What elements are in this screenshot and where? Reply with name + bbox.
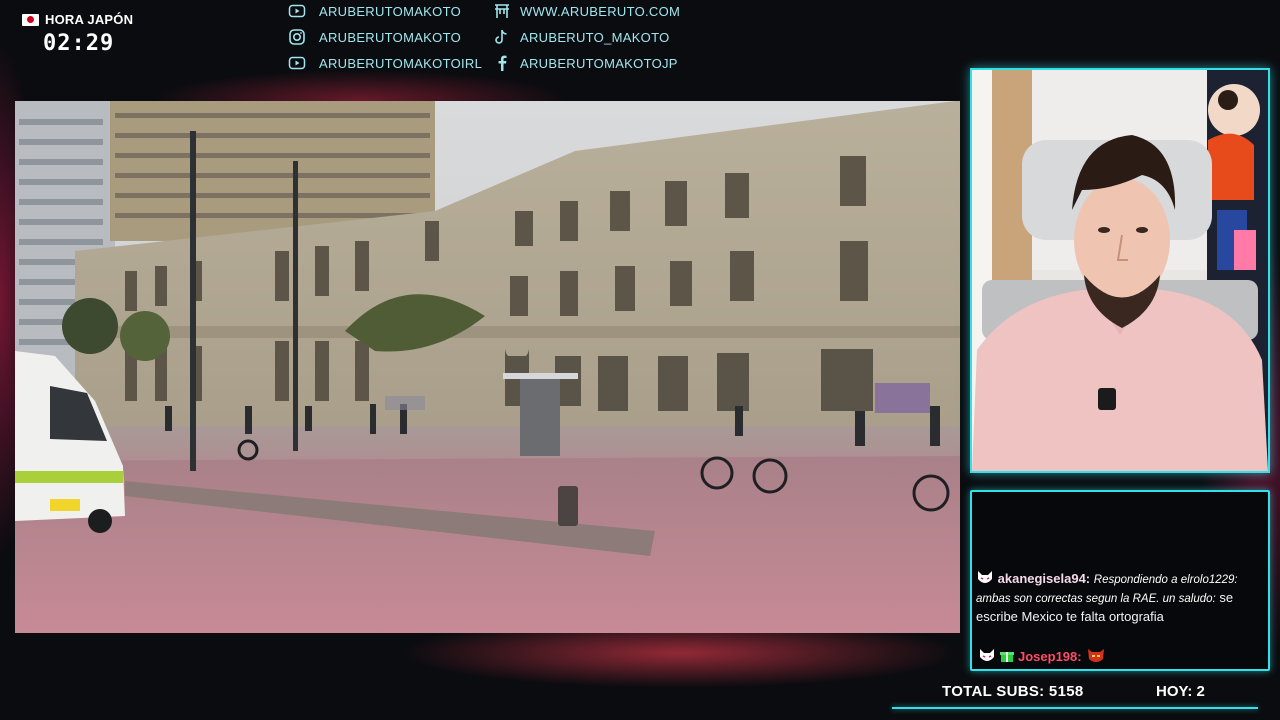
today-subs-counter: HOY: 2 bbox=[1156, 683, 1205, 700]
clock-time: 02:29 bbox=[43, 31, 115, 56]
chat-username[interactable]: akanegisela94: bbox=[998, 571, 1091, 586]
webcam-feed bbox=[970, 68, 1270, 473]
fox-mask-badge-icon bbox=[980, 649, 994, 661]
stats-underline bbox=[892, 707, 1258, 709]
demon-mask-emote-icon bbox=[1087, 649, 1104, 662]
clock-label: HORA JAPÓN bbox=[45, 12, 134, 27]
chat-username[interactable]: Josep198: bbox=[1018, 649, 1082, 664]
facebook-icon bbox=[498, 55, 507, 71]
youtube-icon bbox=[288, 4, 306, 18]
chat-panel: akanegisela94: Respondiendo a elrolo1229… bbox=[970, 490, 1270, 671]
fox-mask-badge-icon bbox=[978, 571, 992, 583]
social-links: ARUBERUTOMAKOTO WWW.ARUBERUTO.COM ARUBER… bbox=[288, 0, 708, 78]
social-handle: ARUBERUTOMAKOTO bbox=[319, 3, 461, 19]
japan-flag-icon bbox=[22, 13, 39, 26]
chat-message: Josep198: bbox=[978, 647, 1110, 665]
social-instagram[interactable]: ARUBERUTOMAKOTO bbox=[288, 28, 461, 46]
website-icon bbox=[495, 4, 509, 18]
social-tiktok[interactable]: ARUBERUTO_MAKOTO bbox=[493, 28, 670, 46]
social-handle: ARUBERUTO_MAKOTO bbox=[520, 29, 670, 45]
social-facebook[interactable]: ARUBERUTOMAKOTOJP bbox=[493, 54, 678, 72]
social-handle: ARUBERUTOMAKOTO bbox=[319, 29, 461, 45]
japan-clock: HORA JAPÓN 02:29 bbox=[22, 12, 133, 56]
social-youtube[interactable]: ARUBERUTOMAKOTO bbox=[288, 2, 461, 20]
youtube-icon bbox=[288, 56, 306, 70]
main-video-feed bbox=[15, 101, 960, 633]
total-subs-counter: TOTAL SUBS: 5158 bbox=[942, 683, 1084, 700]
social-handle: ARUBERUTOMAKOTOJP bbox=[520, 55, 678, 71]
gift-badge-icon bbox=[1000, 652, 1014, 662]
social-handle: ARUBERUTOMAKOTOIRL bbox=[319, 55, 483, 71]
tiktok-icon bbox=[495, 29, 507, 44]
social-website[interactable]: WWW.ARUBERUTO.COM bbox=[493, 2, 680, 20]
streamer-webcam bbox=[972, 70, 1268, 471]
chat-message: akanegisela94: Respondiendo a elrolo1229… bbox=[976, 570, 1262, 625]
social-youtube-irl[interactable]: ARUBERUTOMAKOTOIRL bbox=[288, 54, 482, 72]
instagram-icon bbox=[289, 29, 305, 45]
social-handle: WWW.ARUBERUTO.COM bbox=[520, 3, 681, 19]
street-scene bbox=[15, 101, 960, 633]
